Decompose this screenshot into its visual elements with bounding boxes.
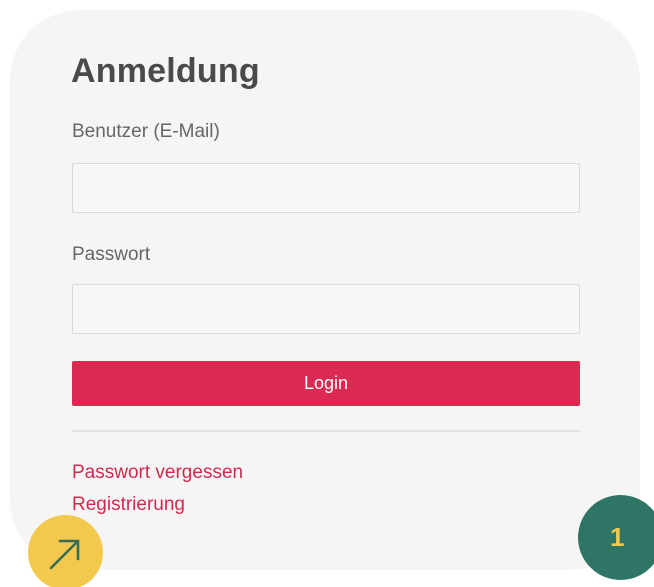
user-email-label: Benutzer (E-Mail) [72,121,220,142]
external-link-button[interactable] [28,515,103,587]
arrow-up-right-icon [45,532,87,574]
page: Anmeldung Benutzer (E-Mail) Passwort Log… [0,0,654,587]
divider [72,430,580,432]
register-link[interactable]: Registrierung [72,494,185,516]
step-badge: 1 [578,495,654,580]
password-label: Passwort [72,244,151,265]
user-email-field[interactable] [72,163,580,213]
login-button[interactable]: Login [72,361,580,406]
page-title: Anmeldung [71,52,260,90]
forgot-password-link[interactable]: Passwort vergessen [72,462,243,484]
password-field[interactable] [72,284,580,334]
